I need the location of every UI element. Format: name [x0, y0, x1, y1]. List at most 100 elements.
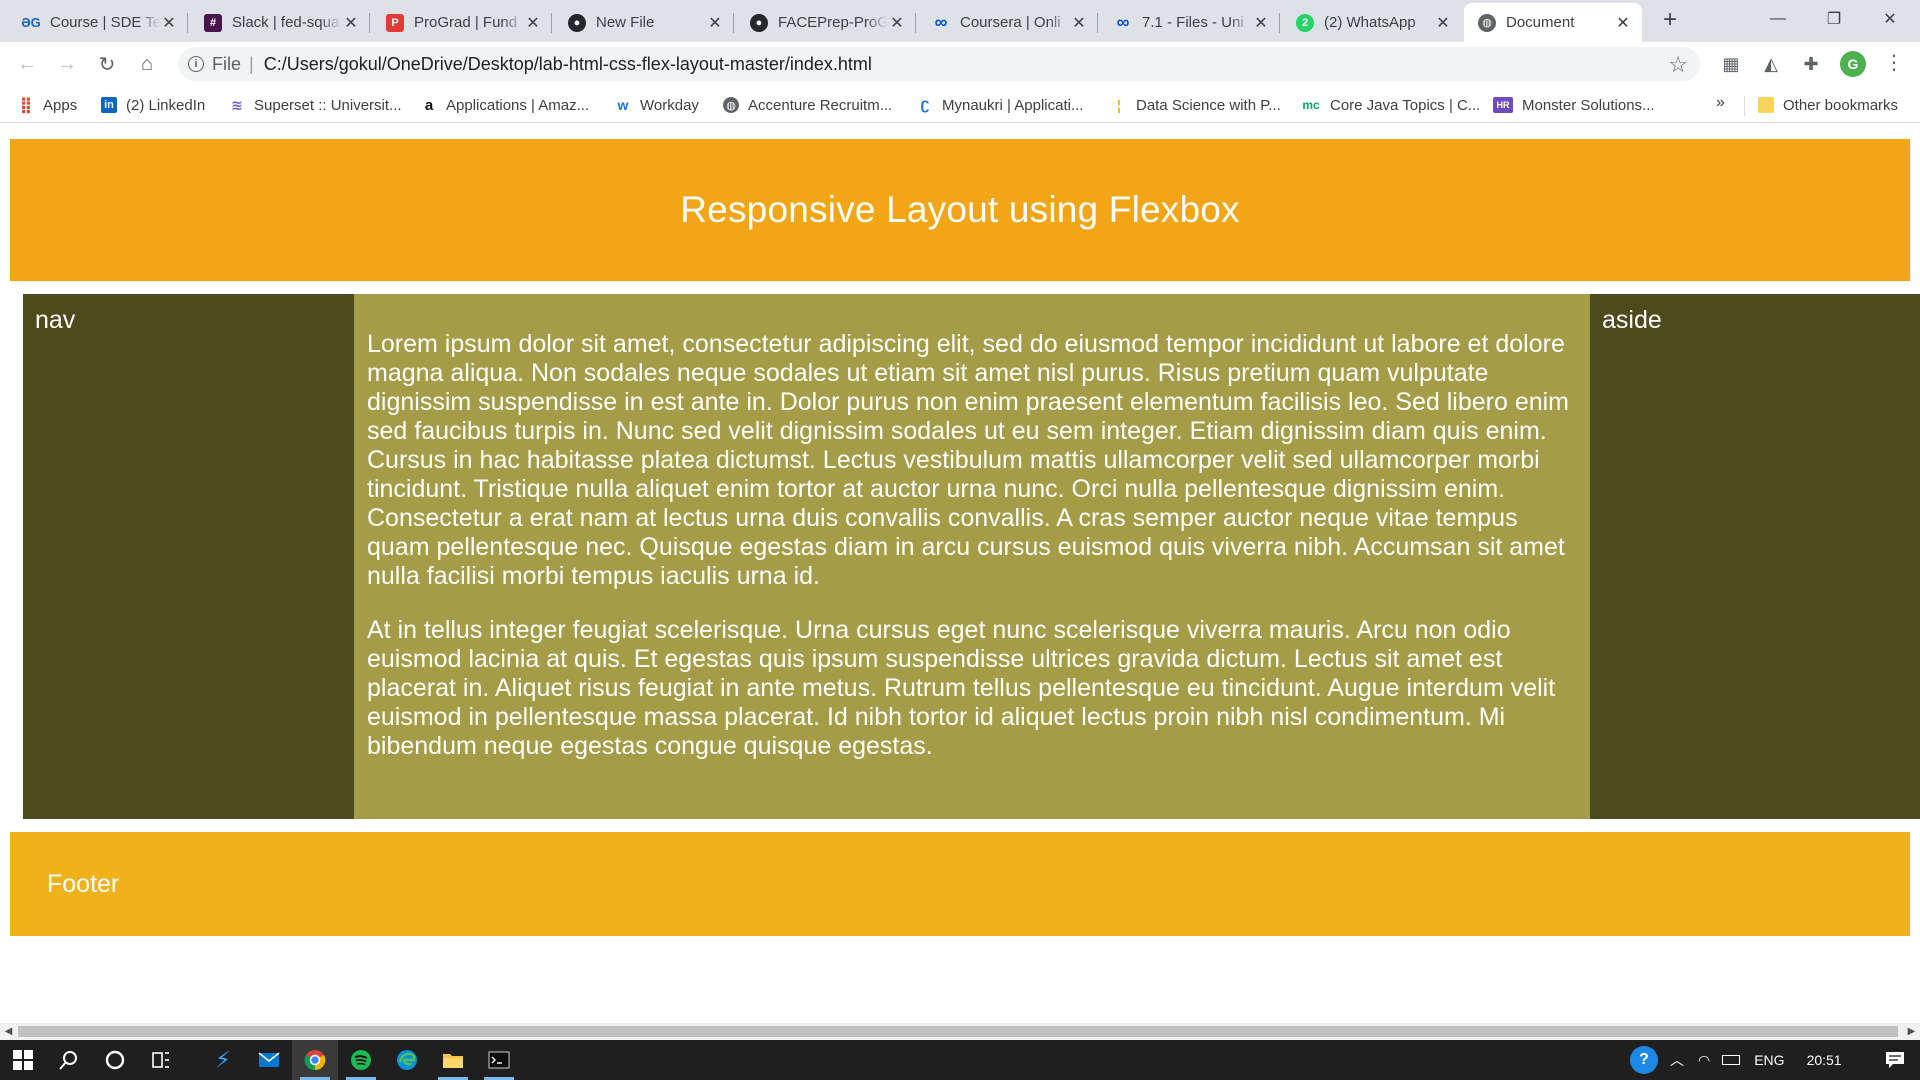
- address-url[interactable]: C:/Users/gokul/OneDrive/Desktop/lab-html…: [264, 54, 872, 75]
- main-paragraph: At in tellus integer feugiat scelerisque…: [367, 616, 1556, 760]
- bookmark-star-icon[interactable]: ☆: [1668, 52, 1688, 78]
- close-icon[interactable]: ✕: [1252, 13, 1270, 33]
- close-icon[interactable]: ✕: [524, 13, 542, 33]
- mc-icon: mc: [1302, 98, 1320, 112]
- grad-logo-icon: ƏG: [21, 15, 41, 30]
- linkedin-icon: in: [101, 97, 117, 113]
- tab-title: New File: [596, 14, 655, 31]
- tab-title: FACEPrep-ProG: [778, 14, 888, 31]
- close-icon[interactable]: ✕: [1070, 13, 1088, 33]
- help-icon[interactable]: ?: [1630, 1046, 1658, 1074]
- new-tab-button[interactable]: +: [1656, 6, 1684, 34]
- bookmark-datascience[interactable]: ¦ Data Science with P...: [1111, 94, 1281, 116]
- menu-kebab-icon[interactable]: ⋮: [1884, 50, 1904, 78]
- system-tray: ? ︿ ◠ ENG 20:51: [1630, 1040, 1842, 1080]
- close-icon[interactable]: ✕: [342, 13, 360, 33]
- bookmark-accenture[interactable]: ◍ Accenture Recruitm...: [723, 94, 892, 116]
- bookmark-label: Core Java Topics | C...: [1330, 96, 1481, 114]
- file-explorer-icon[interactable]: [430, 1040, 476, 1080]
- bookmark-label: Mynaukri | Applicati...: [942, 96, 1084, 114]
- close-icon[interactable]: ✕: [160, 13, 178, 33]
- other-bookmarks[interactable]: Other bookmarks: [1758, 94, 1898, 116]
- tab-separator: [187, 13, 188, 33]
- reload-button[interactable]: ↻: [92, 49, 122, 79]
- browser-tab[interactable]: ∞ 7.1 - Files - Uni ✕: [1100, 3, 1280, 42]
- browser-tab[interactable]: # Slack | fed-squa ✕: [190, 3, 370, 42]
- scroll-left-arrow-icon[interactable]: ◀: [0, 1023, 17, 1040]
- back-button[interactable]: ←: [12, 49, 42, 79]
- windows-start-icon[interactable]: [0, 1040, 46, 1080]
- bookmark-label: Apps: [43, 96, 78, 114]
- tab-strip: ƏG Course | SDE Te ✕ # Slack | fed-squa …: [0, 0, 1920, 42]
- browser-tab[interactable]: ƏG Course | SDE Te ✕: [8, 3, 188, 42]
- close-icon[interactable]: ✕: [888, 13, 906, 33]
- bookmark-naukri[interactable]: ʗ Mynaukri | Applicati...: [917, 94, 1084, 116]
- whatsapp-icon: 2: [1296, 13, 1314, 32]
- profile-avatar[interactable]: G: [1840, 51, 1866, 77]
- tab-title: 7.1 - Files - Uni: [1142, 14, 1244, 31]
- clock-time[interactable]: 20:51: [1807, 1052, 1842, 1068]
- minimize-button[interactable]: —: [1750, 0, 1806, 38]
- nav-panel: nav: [23, 294, 354, 819]
- close-icon[interactable]: ✕: [1614, 13, 1632, 33]
- bookmark-linkedin[interactable]: in (2) LinkedIn: [101, 94, 205, 116]
- bookmark-superset[interactable]: ≋ Superset :: Universit...: [229, 94, 401, 116]
- browser-tab-active[interactable]: ◍ Document ✕: [1464, 3, 1642, 42]
- browser-tab[interactable]: ∞ Coursera | Onli ✕: [918, 3, 1098, 42]
- scrollbar-thumb[interactable]: [18, 1026, 1898, 1037]
- browser-tab[interactable]: ● New File ✕: [554, 3, 734, 42]
- battery-icon[interactable]: [1722, 1055, 1741, 1065]
- bookmark-label: Data Science with P...: [1136, 96, 1281, 114]
- bookmark-apps[interactable]: ⣿ Apps: [18, 94, 77, 116]
- github-icon: ●: [568, 13, 586, 32]
- address-bar[interactable]: i File | C:/Users/gokul/OneDrive/Desktop…: [178, 47, 1700, 81]
- notifications-icon[interactable]: [1872, 1040, 1918, 1080]
- tab-title: Course | SDE Te: [50, 14, 160, 31]
- bookmark-workday[interactable]: w Workday: [615, 94, 699, 116]
- pdf-extension-icon[interactable]: ▦: [1718, 51, 1744, 77]
- chevron-up-icon[interactable]: ︿: [1670, 1050, 1684, 1070]
- info-icon[interactable]: i: [188, 56, 204, 72]
- analytics-extension-icon[interactable]: ◭: [1758, 51, 1784, 77]
- spotify-icon[interactable]: [338, 1040, 384, 1080]
- vscode-icon[interactable]: ⚡: [200, 1040, 246, 1080]
- browser-tab[interactable]: ● FACEPrep-ProG ✕: [736, 3, 916, 42]
- bookmark-amazon[interactable]: a Applications | Amaz...: [421, 94, 589, 116]
- page-title: Responsive Layout using Flexbox: [680, 189, 1240, 230]
- search-icon[interactable]: [46, 1040, 92, 1080]
- coursera-icon: ∞: [934, 12, 948, 32]
- main-content: Lorem ipsum dolor sit amet, consectetur …: [354, 294, 1590, 819]
- language-indicator[interactable]: ENG: [1754, 1052, 1784, 1068]
- close-icon[interactable]: ✕: [706, 13, 724, 33]
- bookmarks-overflow-button[interactable]: »: [1716, 94, 1725, 112]
- bookmarks-bar: ⣿ Apps in (2) LinkedIn ≋ Superset :: Uni…: [0, 86, 1920, 123]
- terminal-icon[interactable]: [476, 1040, 522, 1080]
- page-header: Responsive Layout using Flexbox: [10, 139, 1910, 281]
- forward-button[interactable]: →: [52, 49, 82, 79]
- tab-title: Coursera | Onli: [960, 14, 1061, 31]
- cortana-icon[interactable]: [92, 1040, 138, 1080]
- address-divider: |: [249, 53, 254, 74]
- horizontal-scrollbar[interactable]: ◀ ▶: [0, 1023, 1920, 1040]
- extensions-puzzle-icon[interactable]: ✚: [1798, 51, 1824, 77]
- close-window-button[interactable]: ✕: [1862, 0, 1918, 38]
- github-icon: ●: [750, 13, 768, 32]
- monster-icon: HR: [1493, 97, 1513, 113]
- bookmark-corejava[interactable]: mc Core Java Topics | C...: [1301, 94, 1480, 116]
- close-icon[interactable]: ✕: [1434, 13, 1452, 33]
- edge-icon[interactable]: [384, 1040, 430, 1080]
- tab-separator: [915, 13, 916, 33]
- chrome-icon[interactable]: [292, 1040, 338, 1080]
- restore-button[interactable]: ❐: [1806, 0, 1862, 38]
- wifi-icon[interactable]: ◠: [1698, 1052, 1710, 1069]
- scroll-right-arrow-icon[interactable]: ▶: [1903, 1023, 1920, 1040]
- browser-tab[interactable]: P ProGrad | Fund ✕: [372, 3, 552, 42]
- browser-tab[interactable]: 2 (2) WhatsApp ✕: [1282, 3, 1462, 42]
- task-view-icon[interactable]: [138, 1040, 184, 1080]
- home-button[interactable]: ⌂: [132, 49, 162, 79]
- bookmark-monster[interactable]: HR Monster Solutions...: [1493, 94, 1655, 116]
- mail-icon[interactable]: [246, 1040, 292, 1080]
- amazon-icon: a: [424, 96, 434, 114]
- globe-icon: ◍: [1478, 13, 1496, 32]
- bookmarks-divider: [1744, 96, 1745, 116]
